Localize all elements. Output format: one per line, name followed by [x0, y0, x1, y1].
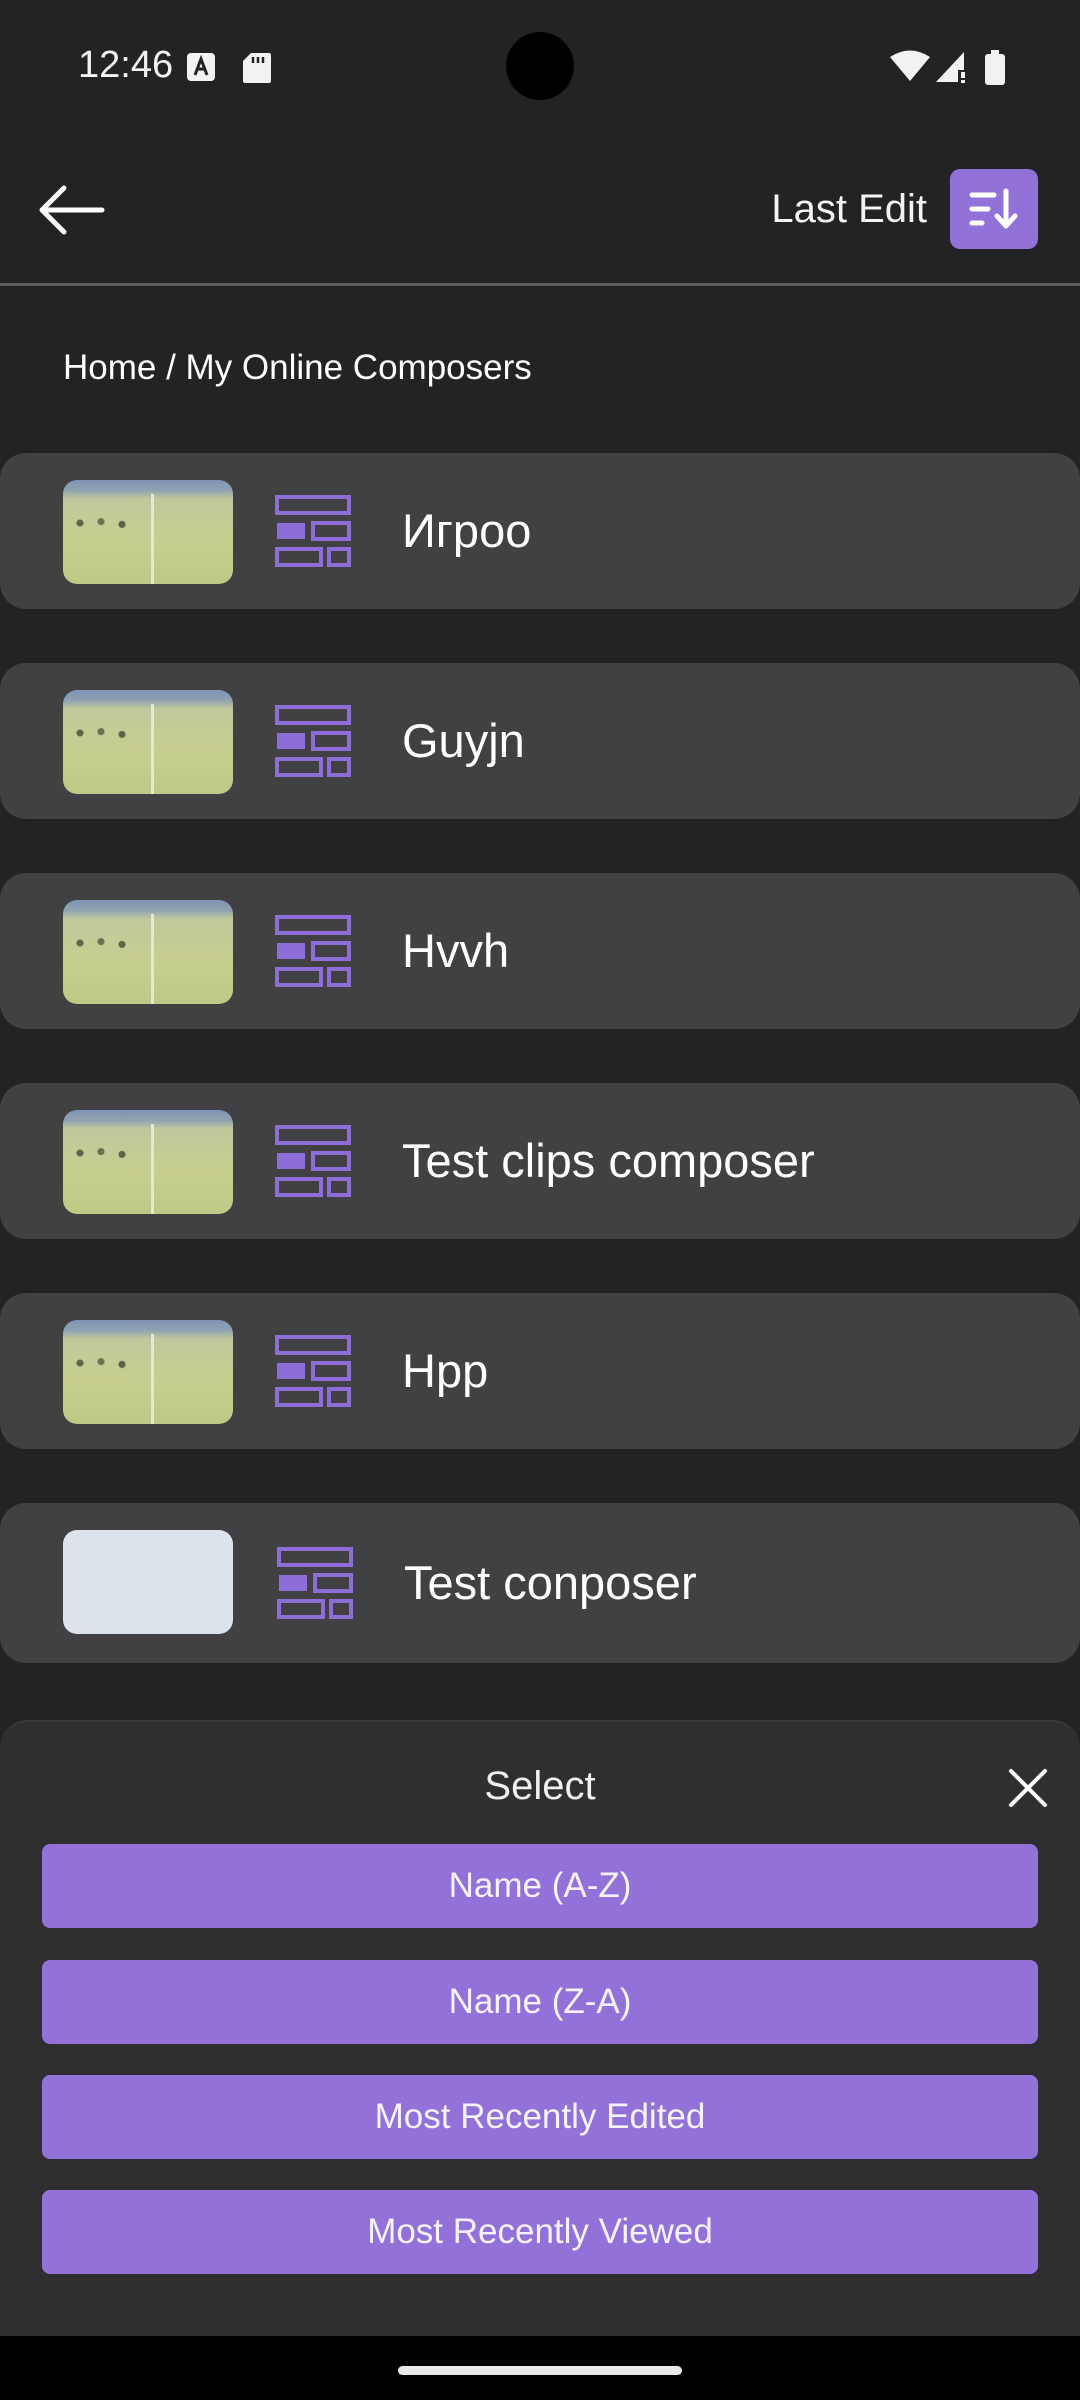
composer-title: Hvvh	[402, 924, 510, 977]
sort-option-name-asc[interactable]: Name (A-Z)	[42, 1844, 1038, 1928]
sort-label[interactable]: Last Edit	[771, 187, 927, 232]
composer-row[interactable]: Guyjn	[0, 663, 1080, 819]
composer-row[interactable]: Test conposer	[0, 1503, 1080, 1663]
composer-row[interactable]: Игроо	[0, 453, 1080, 609]
composer-layout-icon	[275, 1335, 351, 1407]
composer-thumbnail	[63, 690, 233, 794]
back-arrow-icon	[39, 185, 105, 235]
status-bar: 12:46	[0, 0, 1080, 135]
composer-thumbnail	[63, 1110, 233, 1214]
composer-row[interactable]: Test clips composer	[0, 1083, 1080, 1239]
composer-thumbnail	[63, 480, 233, 584]
composer-title: Guyjn	[402, 714, 525, 767]
composer-title: Test clips composer	[402, 1134, 815, 1187]
composer-row[interactable]: Hpp	[0, 1293, 1080, 1449]
close-icon	[1009, 1769, 1047, 1807]
composer-row[interactable]: Hvvh	[0, 873, 1080, 1029]
sort-option-name-desc[interactable]: Name (Z-A)	[42, 1960, 1038, 2044]
sheet-title: Select	[484, 1764, 596, 1808]
composer-thumbnail	[63, 1530, 233, 1634]
composer-thumbnail	[63, 900, 233, 1004]
composer-layout-icon	[275, 495, 351, 567]
signal-icon	[934, 50, 968, 89]
battery-icon	[984, 50, 1006, 91]
breadcrumb[interactable]: Home / My Online Composers	[63, 348, 532, 388]
composer-layout-icon	[275, 705, 351, 777]
home-gesture-handle[interactable]	[398, 2366, 682, 2375]
sd-card-icon	[242, 52, 272, 89]
app-bar: Last Edit	[0, 135, 1080, 286]
sort-button[interactable]	[950, 169, 1038, 249]
sort-option-recently-edited[interactable]: Most Recently Edited	[42, 2075, 1038, 2159]
composer-layout-icon	[277, 1547, 353, 1619]
wifi-icon	[890, 50, 930, 87]
back-button[interactable]	[38, 185, 108, 235]
composer-layout-icon	[275, 915, 351, 987]
front-camera	[506, 32, 574, 100]
close-button[interactable]	[1006, 1766, 1050, 1810]
sort-descending-icon	[969, 188, 1018, 229]
sort-option-recently-viewed[interactable]: Most Recently Viewed	[42, 2190, 1038, 2274]
composer-title: Test conposer	[404, 1556, 697, 1609]
system-nav-bar	[0, 2336, 1080, 2400]
sort-bottom-sheet: Select Name (A-Z) Name (Z-A) Most Recent…	[0, 1720, 1080, 2338]
composer-title: Hpp	[402, 1344, 489, 1397]
composer-title: Игроо	[402, 504, 532, 557]
composer-layout-icon	[275, 1125, 351, 1197]
keyboard-notification-icon	[186, 52, 216, 87]
composer-thumbnail	[63, 1320, 233, 1424]
status-time: 12:46	[78, 44, 174, 86]
